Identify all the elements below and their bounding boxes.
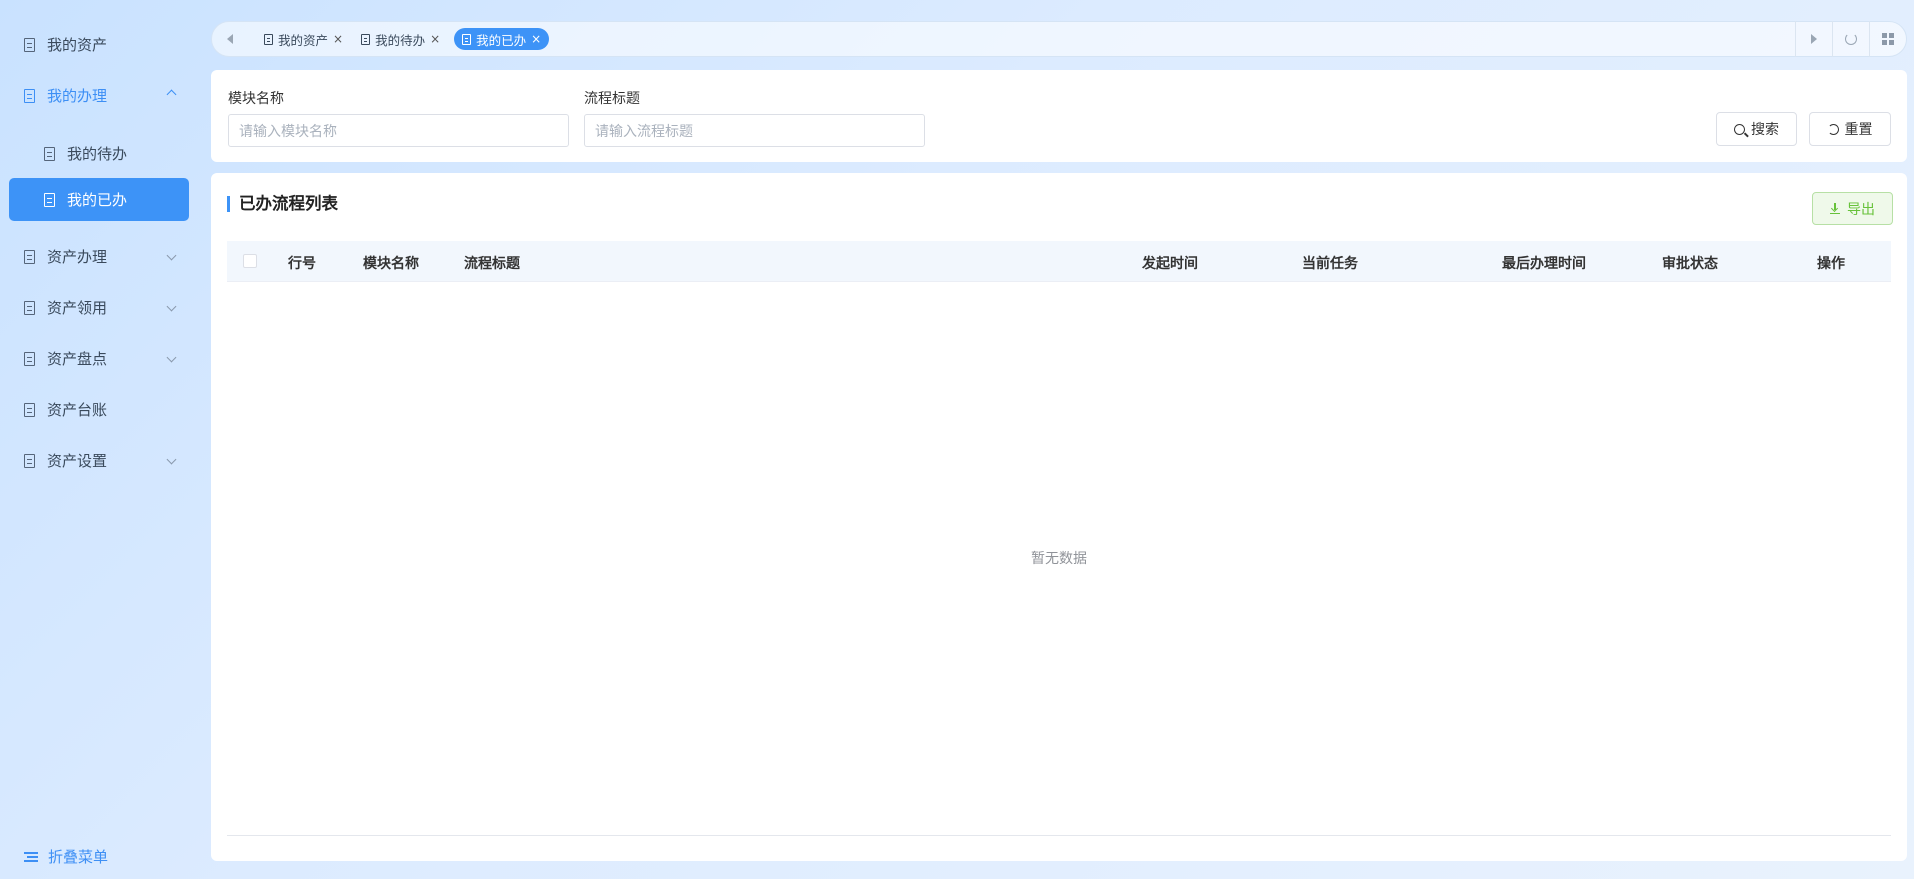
module-name-label: 模块名称 — [228, 91, 284, 107]
empty-state-text: 暂无数据 — [1031, 551, 1087, 567]
chevron-up-icon — [166, 89, 177, 100]
list-title: 已办流程列表 — [227, 195, 338, 212]
document-icon — [24, 37, 35, 52]
process-title-label: 流程标题 — [584, 91, 640, 107]
caret-right-icon — [1811, 34, 1817, 44]
tab-my-done[interactable]: 我的已办 × — [454, 28, 550, 50]
column-header-process-title[interactable]: 流程标题 — [464, 253, 520, 273]
sidebar-item-label: 资产领用 — [47, 299, 108, 317]
sidebar-item-label: 资产台账 — [47, 401, 108, 419]
tabs-actions — [1795, 21, 1906, 57]
sidebar: 我的资产 我的办理 我的待办 我的已办 资产办理 资产领用 资产盘点 资产台账 … — [0, 0, 200, 879]
document-icon — [24, 88, 35, 103]
list-panel: 已办流程列表 导出 行号 模块名称 流程标题 发起时间 当前任务 最后办理时间 … — [211, 173, 1907, 861]
close-icon[interactable]: × — [430, 32, 440, 46]
grid-icon — [1882, 33, 1894, 45]
sidebar-item-my-handling[interactable]: 我的办理 — [9, 74, 189, 117]
document-icon — [24, 351, 35, 366]
column-header-module-name[interactable]: 模块名称 — [363, 253, 419, 273]
chevron-down-icon — [166, 301, 177, 312]
process-title-input[interactable]: 请输入流程标题 — [584, 114, 925, 147]
sidebar-item-label: 资产设置 — [47, 452, 108, 470]
sidebar-item-label: 我的办理 — [47, 87, 108, 105]
scroll-tabs-right-button[interactable] — [1796, 21, 1832, 57]
sidebar-item-label: 资产盘点 — [47, 350, 108, 368]
document-icon — [44, 146, 55, 161]
column-header-start-time[interactable]: 发起时间 — [1142, 253, 1198, 273]
search-icon — [1734, 123, 1745, 135]
sidebar-item-my-todo[interactable]: 我的待办 — [9, 132, 189, 175]
sidebar-item-asset-settings[interactable]: 资产设置 — [9, 439, 189, 482]
sidebar-item-asset-ledger[interactable]: 资产台账 — [9, 388, 189, 431]
document-icon — [361, 33, 371, 45]
search-button[interactable]: 搜索 — [1716, 112, 1797, 146]
caret-left-icon — [227, 34, 233, 44]
menu-fold-icon — [24, 851, 38, 862]
sidebar-item-label: 我的待办 — [67, 145, 128, 163]
refresh-icon — [1827, 123, 1839, 135]
sidebar-item-label: 我的已办 — [67, 191, 128, 209]
reset-button-label: 重置 — [1844, 122, 1873, 138]
column-header-row-number[interactable]: 行号 — [288, 253, 316, 273]
collapse-menu-label: 折叠菜单 — [48, 848, 109, 866]
document-icon — [44, 192, 55, 207]
sidebar-item-label: 资产办理 — [47, 248, 108, 266]
sidebar-item-asset-requisition[interactable]: 资产领用 — [9, 286, 189, 329]
close-icon[interactable]: × — [531, 32, 541, 46]
tabs-menu-button[interactable] — [1870, 21, 1906, 57]
select-all-checkbox[interactable] — [243, 254, 257, 268]
refresh-icon — [1845, 33, 1857, 45]
table-header: 行号 模块名称 流程标题 发起时间 当前任务 最后办理时间 审批状态 操作 — [227, 241, 1891, 282]
export-button[interactable]: 导出 — [1812, 192, 1893, 225]
search-panel: 模块名称 请输入模块名称 流程标题 请输入流程标题 搜索 重置 — [211, 70, 1907, 162]
sidebar-item-my-assets[interactable]: 我的资产 — [9, 23, 189, 66]
tab-label: 我的资产 — [278, 32, 329, 48]
document-icon — [24, 402, 35, 417]
tab-my-todo[interactable]: 我的待办 × — [357, 28, 444, 50]
divider — [227, 835, 1891, 836]
sidebar-item-asset-handling[interactable]: 资产办理 — [9, 235, 189, 278]
clipboard-icon — [24, 249, 35, 264]
reset-button[interactable]: 重置 — [1809, 112, 1891, 146]
document-icon — [24, 453, 35, 468]
document-icon — [24, 300, 35, 315]
chevron-down-icon — [166, 352, 177, 363]
export-button-label: 导出 — [1847, 201, 1875, 218]
sidebar-item-asset-inventory[interactable]: 资产盘点 — [9, 337, 189, 380]
tab-my-assets[interactable]: 我的资产 × — [260, 28, 347, 50]
refresh-button[interactable] — [1833, 21, 1869, 57]
column-header-approval-status[interactable]: 审批状态 — [1662, 253, 1718, 273]
search-button-label: 搜索 — [1751, 122, 1779, 138]
download-icon — [1830, 203, 1840, 214]
tabs-list: 我的资产 × 我的待办 × 我的已办 × — [260, 28, 1795, 50]
sidebar-item-my-done[interactable]: 我的已办 — [9, 178, 189, 221]
scroll-tabs-left-button[interactable] — [212, 21, 248, 57]
column-header-last-handled-time[interactable]: 最后办理时间 — [1502, 253, 1586, 273]
tab-label: 我的待办 — [375, 32, 426, 48]
collapse-menu-button[interactable]: 折叠菜单 — [24, 846, 108, 867]
tab-label: 我的已办 — [476, 32, 527, 48]
close-icon[interactable]: × — [333, 32, 343, 46]
chevron-down-icon — [166, 454, 177, 465]
module-name-input[interactable]: 请输入模块名称 — [228, 114, 569, 147]
sidebar-item-label: 我的资产 — [47, 36, 108, 54]
chevron-down-icon — [166, 250, 177, 261]
tabs-bar: 我的资产 × 我的待办 × 我的已办 × — [211, 21, 1907, 57]
column-header-actions[interactable]: 操作 — [1817, 253, 1845, 273]
column-header-current-task[interactable]: 当前任务 — [1302, 253, 1358, 273]
document-icon — [462, 33, 472, 45]
document-icon — [264, 33, 273, 45]
